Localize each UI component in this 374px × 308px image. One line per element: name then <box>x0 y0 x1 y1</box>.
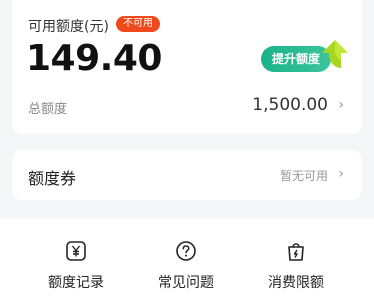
coupon-status: 暂无可用 <box>279 169 328 183</box>
shopping-bag-icon <box>288 243 304 261</box>
question-circle-icon <box>176 241 196 261</box>
available-amount: 149.40 <box>26 38 162 79</box>
total-limit-value[interactable]: 1,500.00 <box>252 95 328 115</box>
spending-limit-button[interactable]: 消费限额 <box>251 240 341 292</box>
faq-button[interactable]: 常见问题 <box>141 240 231 292</box>
credit-limit-card: 可用额度(元) 不可用 149.40 提升额度 总额度 1,500.00 › <box>12 0 362 134</box>
action-label: 消费限额 <box>268 275 324 291</box>
available-limit-label: 可用额度(元) <box>28 19 109 35</box>
limit-record-button[interactable]: 额度记录 <box>31 240 121 292</box>
chevron-right-icon[interactable]: › <box>338 166 344 182</box>
up-arrow-icon <box>322 40 348 68</box>
total-limit-label: 总额度 <box>28 102 68 117</box>
quick-actions: 额度记录 常见问题 消费限额 <box>0 218 374 308</box>
action-label: 常见问题 <box>158 275 214 291</box>
yuan-record-icon <box>66 241 86 261</box>
chevron-right-icon[interactable]: › <box>338 97 344 113</box>
status-badge: 不可用 <box>116 16 160 32</box>
coupon-label: 额度券 <box>28 169 77 188</box>
limit-coupon-card[interactable]: 额度券 暂无可用 › <box>12 150 362 200</box>
action-label: 额度记录 <box>48 275 104 291</box>
